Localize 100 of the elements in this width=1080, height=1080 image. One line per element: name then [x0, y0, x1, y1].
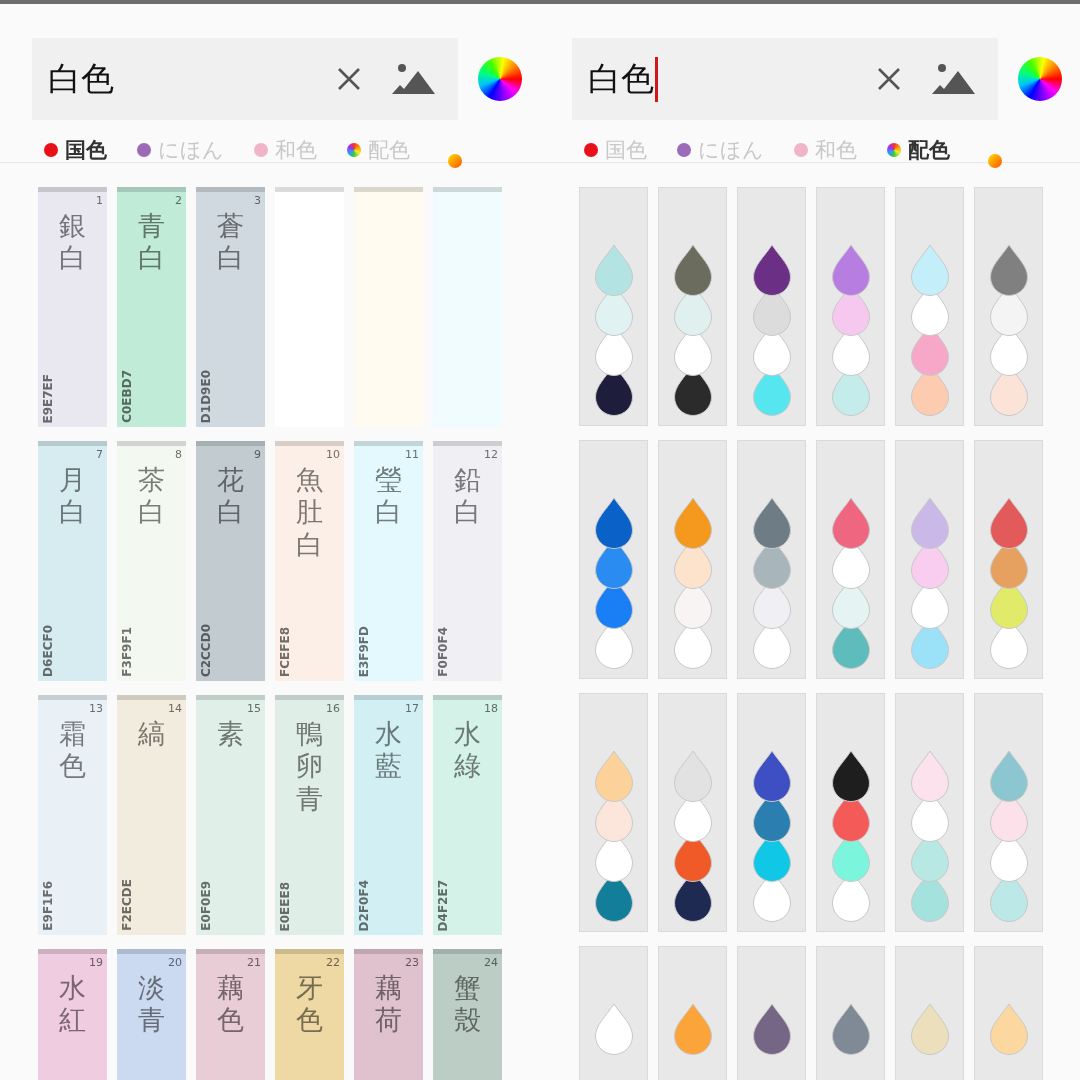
- hex-code: E0F0E9: [199, 881, 213, 931]
- color-name: 魚肚白: [296, 464, 323, 562]
- color-swatch[interactable]: 7 月白 D6ECF0: [38, 441, 107, 681]
- hex-code: C2CCD0: [199, 623, 213, 677]
- color-name: 牙色: [296, 972, 323, 1037]
- color-swatch[interactable]: 15 素 E0F0E9: [196, 695, 265, 935]
- color-swatch[interactable]: 16 鴨卵青 E0EEE8: [275, 695, 344, 935]
- palette-card[interactable]: [737, 693, 806, 932]
- gradient-dot-icon: [448, 154, 462, 168]
- color-name: 縞: [138, 718, 165, 751]
- color-name: 月白: [59, 464, 86, 529]
- swatch-number: 24: [484, 956, 498, 969]
- color-swatch[interactable]: 23 藕荷: [354, 949, 423, 1080]
- color-name: 素: [217, 718, 244, 751]
- image-icon[interactable]: [932, 63, 976, 95]
- swatch-number: 13: [89, 702, 103, 715]
- color-swatch[interactable]: 12 鉛白 F0F0F4: [433, 441, 502, 681]
- color-swatch[interactable]: 14 縞 F2ECDE: [117, 695, 186, 935]
- category-tab[interactable]: [448, 154, 462, 168]
- swatch-number: 14: [168, 702, 182, 715]
- swatch-number: 9: [254, 448, 261, 461]
- palette-card[interactable]: [579, 187, 648, 426]
- swatch-number: 21: [247, 956, 261, 969]
- hex-code: E9E7EF: [41, 373, 55, 423]
- palette-card[interactable]: [816, 693, 885, 932]
- hex-code: E3F9FD: [357, 625, 371, 677]
- color-swatch[interactable]: 2 青白 C0EBD7: [117, 187, 186, 427]
- palette-card[interactable]: [658, 187, 727, 426]
- color-swatch[interactable]: 24 蟹殼: [433, 949, 502, 1080]
- search-field[interactable]: 白色: [572, 38, 998, 120]
- rainbow-dot-icon: [887, 143, 901, 157]
- color-swatch[interactable]: [354, 187, 423, 427]
- swatch-number: 3: [254, 194, 261, 207]
- hex-code: D2F0F4: [357, 879, 371, 931]
- swatch-number: 15: [247, 702, 261, 715]
- color-swatch[interactable]: 20 淡青: [117, 949, 186, 1080]
- category-tab[interactable]: 配色: [887, 136, 950, 164]
- color-swatch[interactable]: 17 水藍 D2F0F4: [354, 695, 423, 935]
- color-name: 藕荷: [375, 972, 402, 1037]
- hex-code: D6ECF0: [41, 625, 55, 677]
- color-name: 淡青: [138, 972, 165, 1037]
- hex-code: D1D9E0: [199, 369, 213, 423]
- hex-code: E0EEE8: [278, 881, 292, 931]
- color-name: 水藍: [375, 718, 402, 783]
- color-swatch[interactable]: [433, 187, 502, 427]
- hex-code: FCEFE8: [278, 627, 292, 677]
- swatch-number: 17: [405, 702, 419, 715]
- color-swatch[interactable]: 1 銀白 E9E7EF: [38, 187, 107, 427]
- hex-code: F2ECDE: [120, 879, 134, 931]
- search-text: 白色: [588, 56, 658, 102]
- swatch-number: 12: [484, 448, 498, 461]
- color-name: 霜色: [59, 718, 86, 783]
- gradient-dot-icon: [988, 154, 1002, 168]
- swatch-number: 19: [89, 956, 103, 969]
- image-icon[interactable]: [392, 63, 436, 95]
- swatch-number: 10: [326, 448, 340, 461]
- hex-code: E9F1F6: [41, 881, 55, 931]
- color-swatch[interactable]: 21 藕色: [196, 949, 265, 1080]
- swatch-number: 16: [326, 702, 340, 715]
- color-swatch[interactable]: 3 蒼白 D1D9E0: [196, 187, 265, 427]
- color-name: 蟹殼: [454, 972, 481, 1037]
- color-name: 青白: [138, 210, 165, 275]
- color-swatch[interactable]: 8 茶白 F3F9F1: [117, 441, 186, 681]
- hex-code: D4F2E7: [436, 879, 450, 931]
- color-name: 茶白: [138, 464, 165, 529]
- palette-card[interactable]: [658, 693, 727, 932]
- palette-card[interactable]: [737, 187, 806, 426]
- swatch-number: 8: [175, 448, 182, 461]
- color-name: 水紅: [59, 972, 86, 1037]
- swatch-number: 11: [405, 448, 419, 461]
- color-name: 藕色: [217, 972, 244, 1037]
- color-name: 瑩白: [375, 464, 402, 529]
- color-wheel-icon[interactable]: [478, 57, 522, 101]
- clear-icon[interactable]: [336, 66, 362, 92]
- search-field[interactable]: 白色: [32, 38, 458, 120]
- color-name: 銀白: [59, 210, 86, 275]
- color-swatch[interactable]: 18 水綠 D4F2E7: [433, 695, 502, 935]
- clear-icon[interactable]: [876, 66, 902, 92]
- swatch-number: 22: [326, 956, 340, 969]
- rainbow-dot-icon: [347, 143, 361, 157]
- color-name: 蒼白: [217, 210, 244, 275]
- color-name: 水綠: [454, 718, 481, 783]
- swatch-number: 18: [484, 702, 498, 715]
- swatch-number: 23: [405, 956, 419, 969]
- category-tab[interactable]: 国色: [44, 136, 107, 164]
- color-wheel-icon[interactable]: [1018, 57, 1062, 101]
- color-name: 鴨卵青: [296, 718, 323, 816]
- color-swatch[interactable]: [275, 187, 344, 427]
- color-swatch[interactable]: 13 霜色 E9F1F6: [38, 695, 107, 935]
- color-swatch[interactable]: 11 瑩白 E3F9FD: [354, 441, 423, 681]
- search-text: 白色: [48, 57, 115, 100]
- swatch-number: 2: [175, 194, 182, 207]
- color-swatch[interactable]: 9 花白 C2CCD0: [196, 441, 265, 681]
- swatch-number: 20: [168, 956, 182, 969]
- color-swatch[interactable]: 10 魚肚白 FCEFE8: [275, 441, 344, 681]
- color-swatch[interactable]: 19 水紅: [38, 949, 107, 1080]
- hex-code: F3F9F1: [120, 627, 134, 677]
- category-tab[interactable]: [988, 154, 1002, 168]
- hex-code: F0F0F4: [436, 627, 450, 677]
- color-swatch[interactable]: 22 牙色: [275, 949, 344, 1080]
